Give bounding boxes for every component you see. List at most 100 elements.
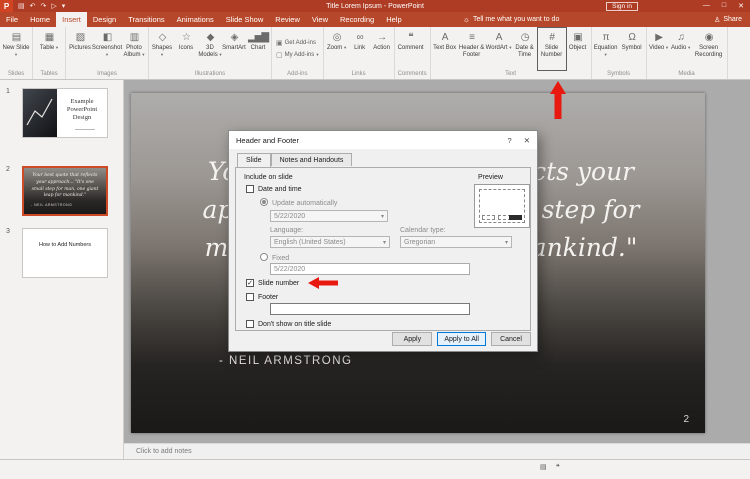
dialog-tab-notes-handouts[interactable]: Notes and Handouts: [270, 153, 353, 166]
header-footer-button[interactable]: ≡ Header & Footer: [458, 28, 486, 70]
undo-icon[interactable]: ↶: [30, 2, 36, 10]
ribbon-group-links: ◎ Zoom ▾ ∞ Link → Action Links: [324, 27, 395, 79]
apply-to-all-button[interactable]: Apply to All: [437, 332, 486, 346]
apply-button[interactable]: Apply: [392, 332, 433, 346]
slide-attribution-text[interactable]: - NEIL ARMSTRONG: [219, 355, 352, 367]
pictures-button[interactable]: ▨ Pictures: [67, 28, 93, 70]
group-label-links: Links: [351, 71, 366, 77]
slide-thumbnail-3[interactable]: How to Add Numbers: [22, 228, 108, 278]
group-label-text: Text: [505, 71, 517, 77]
start-slideshow-icon[interactable]: ▷: [51, 2, 56, 10]
checkbox-box[interactable]: [246, 320, 254, 328]
equation-button[interactable]: π Equation ▾: [593, 28, 619, 70]
calendar-type-label: Calendar type:: [400, 227, 446, 234]
my-addins-button[interactable]: ▢ My Add-ins ▾: [276, 51, 319, 59]
calendar-type-dropdown[interactable]: Gregorian ▾: [400, 236, 512, 248]
tell-me-box[interactable]: ☼ Tell me what you want to do: [463, 12, 560, 27]
icons-button[interactable]: ☆ Icons: [174, 28, 198, 70]
date-time-button[interactable]: ◷ Date & Time: [512, 28, 538, 70]
dont-show-title-slide-checkbox[interactable]: Don't show on title slide: [246, 320, 331, 328]
date-dropdown[interactable]: 5/22/2020 ▾: [270, 210, 388, 222]
slide-thumbnail-1[interactable]: Example PowerPoint Design: [22, 88, 108, 138]
dropdown-arrow-icon: ▾: [687, 45, 691, 50]
photo-album-button[interactable]: ▥ Photo Album ▾: [121, 28, 147, 70]
smartart-button[interactable]: ◈ SmartArt: [222, 28, 246, 70]
checkbox-box[interactable]: ✓: [246, 279, 254, 287]
screenshot-button[interactable]: ◧ Screenshot ▾: [92, 28, 122, 70]
video-button[interactable]: ▶ Video ▾: [648, 28, 670, 70]
3d-models-button[interactable]: ◆ 3D Models ▾: [198, 28, 222, 70]
update-automatically-radio[interactable]: Update automatically: [260, 198, 337, 207]
link-button[interactable]: ∞ Link: [349, 28, 371, 70]
close-button[interactable]: ✕: [738, 2, 744, 10]
qat-customize-icon[interactable]: ▾: [62, 2, 66, 10]
checkbox-box[interactable]: [246, 185, 254, 193]
table-icon: ▦: [44, 32, 55, 43]
tab-view[interactable]: View: [306, 12, 334, 27]
chart-drawing: [26, 98, 53, 126]
comment-button[interactable]: ❝ Comment: [396, 28, 426, 70]
share-button[interactable]: ♙ Share: [714, 12, 742, 27]
dropdown-arrow-icon: ▾: [316, 52, 319, 57]
notes-pane[interactable]: Click to add notes: [124, 443, 750, 459]
tab-recording[interactable]: Recording: [334, 12, 380, 27]
minimize-button[interactable]: —: [703, 2, 710, 10]
annotation-arrow-left: [308, 277, 338, 289]
tab-file[interactable]: File: [0, 12, 24, 27]
maximize-button[interactable]: □: [722, 2, 726, 10]
sign-in-button[interactable]: Sign in: [606, 1, 638, 11]
shapes-icon: ◇: [158, 32, 167, 43]
symbol-button[interactable]: Ω Symbol: [619, 28, 645, 70]
action-button[interactable]: → Action: [371, 28, 393, 70]
status-bar: ▤ ❝: [0, 459, 750, 479]
header-footer-icon: ≡: [469, 32, 475, 43]
slide-thumbnail-2[interactable]: Your best quote that reflects your appro…: [22, 166, 108, 216]
get-addins-button[interactable]: ▣ Get Add-ins: [276, 39, 319, 47]
tab-insert[interactable]: Insert: [56, 12, 87, 27]
date-time-checkbox[interactable]: Date and time: [246, 185, 302, 193]
cancel-button[interactable]: Cancel: [491, 332, 531, 346]
slide-number-checkbox[interactable]: ✓ Slide number: [246, 279, 299, 287]
zoom-button[interactable]: ◎ Zoom ▾: [325, 28, 349, 70]
preview-label: Preview: [478, 174, 503, 181]
save-icon[interactable]: ▤: [18, 2, 25, 10]
thumbnail-title: Example PowerPoint Design: [66, 98, 98, 122]
tab-slide-show[interactable]: Slide Show: [220, 12, 270, 27]
thumbnail-quote: Your best quote that reflects your appro…: [31, 173, 99, 199]
text-box-button[interactable]: A Text Box: [432, 28, 458, 70]
language-dropdown[interactable]: English (United States) ▾: [270, 236, 390, 248]
dialog-tab-slide[interactable]: Slide: [237, 153, 271, 167]
chart-button[interactable]: ▂▅▇ Chart: [246, 28, 270, 70]
comment-icon: ❝: [408, 32, 413, 43]
redo-icon[interactable]: ↷: [41, 2, 47, 10]
group-label-slides: Slides: [7, 71, 25, 77]
audio-button[interactable]: ♫ Audio ▾: [670, 28, 692, 70]
table-button[interactable]: ▦ Table ▾: [34, 28, 64, 70]
slide-number-placeholder[interactable]: 2: [683, 414, 689, 425]
tab-help[interactable]: Help: [380, 12, 407, 27]
shapes-button[interactable]: ◇ Shapes ▾: [150, 28, 174, 70]
tab-home[interactable]: Home: [24, 12, 56, 27]
screen-recording-button[interactable]: ◉ Screen Recording: [692, 28, 726, 70]
tab-review[interactable]: Review: [269, 12, 306, 27]
footer-text-field[interactable]: [270, 303, 470, 315]
person-icon: ♙: [714, 16, 721, 24]
tab-animations[interactable]: Animations: [171, 12, 220, 27]
fixed-radio[interactable]: Fixed: [260, 253, 289, 262]
slide-number-button[interactable]: # Slide Number: [536, 27, 567, 71]
annotation-arrow-up: [550, 81, 566, 119]
tab-design[interactable]: Design: [87, 12, 122, 27]
tab-transitions[interactable]: Transitions: [122, 12, 170, 27]
wordart-button[interactable]: A WordArt ▾: [486, 28, 512, 70]
fixed-date-field[interactable]: 5/22/2020: [270, 263, 470, 275]
comments-toggle-icon[interactable]: ❝: [556, 463, 560, 471]
checkbox-box[interactable]: [246, 293, 254, 301]
notes-toggle-icon[interactable]: ▤: [540, 463, 547, 471]
thumbnail-number: 1: [6, 88, 10, 95]
dialog-close-button[interactable]: ✕: [524, 136, 530, 145]
dialog-help-button[interactable]: ?: [508, 136, 512, 145]
thumbnail-title: How to Add Numbers: [39, 242, 91, 248]
object-button[interactable]: ▣ Object: [566, 28, 590, 70]
footer-checkbox[interactable]: Footer: [246, 293, 278, 301]
new-slide-button[interactable]: ▤ New Slide ▾: [1, 28, 31, 70]
